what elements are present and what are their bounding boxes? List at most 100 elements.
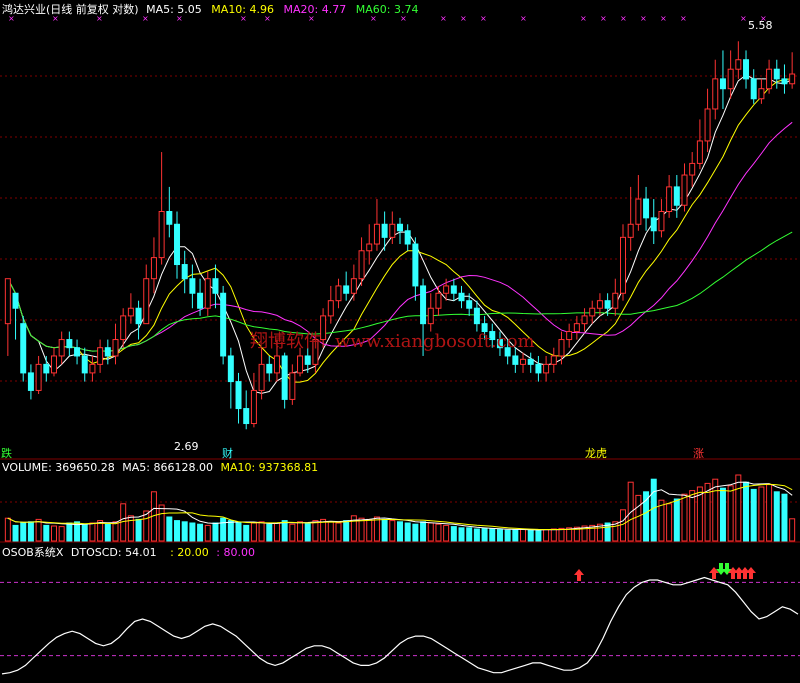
volume-bar xyxy=(43,524,50,542)
candle-body xyxy=(397,223,403,232)
candle-body xyxy=(619,236,626,294)
volume-bar xyxy=(166,516,173,542)
volume-bar xyxy=(727,485,734,542)
candle-body xyxy=(612,292,619,309)
candle-body xyxy=(166,211,173,225)
volume-ma5-label: MA5: 866128.00 xyxy=(122,461,213,474)
candle-body xyxy=(135,307,142,325)
volume-bar xyxy=(404,522,411,542)
candle-body xyxy=(35,363,42,391)
candle-body xyxy=(673,186,680,206)
volume-bar xyxy=(558,527,565,542)
volume-bar xyxy=(635,494,642,542)
volume-bar xyxy=(358,517,365,542)
volume-bar xyxy=(435,523,442,542)
marker-zhang: 涨 xyxy=(693,447,704,460)
volume-bar xyxy=(343,520,350,542)
candle-body xyxy=(473,307,480,325)
candle-body xyxy=(743,59,750,80)
ma20-label: MA20: 4.77 xyxy=(283,3,347,16)
candle-body xyxy=(596,300,603,309)
candle-body xyxy=(735,59,742,70)
volume-bar xyxy=(204,524,211,542)
candle-body xyxy=(243,408,250,425)
candle-body xyxy=(773,68,780,80)
volume-bar xyxy=(543,529,550,542)
candle-body xyxy=(158,211,165,259)
signal-marker: × xyxy=(620,14,627,23)
volume-bar xyxy=(181,521,188,542)
volume-bar xyxy=(712,478,719,542)
volume-bar xyxy=(4,517,11,542)
candle-body xyxy=(150,257,157,280)
candle-body xyxy=(712,78,719,110)
volume-bar xyxy=(220,517,227,542)
volume-bar xyxy=(243,524,250,542)
volume-bar xyxy=(327,521,334,542)
volume-bar xyxy=(758,486,765,542)
candle-body xyxy=(450,285,457,294)
signal-marker: × xyxy=(460,14,467,23)
volume-bar xyxy=(789,518,796,542)
candle-body xyxy=(104,347,111,357)
ma10-label: MA10: 4.96 xyxy=(211,3,275,16)
volume-bar xyxy=(35,518,42,542)
volume-bar xyxy=(373,516,380,542)
volume-bar xyxy=(450,526,457,542)
signal-marker: × xyxy=(600,14,607,23)
volume-bar xyxy=(174,520,181,542)
volume-bar xyxy=(227,520,234,542)
candle-body xyxy=(127,307,134,317)
candle-body xyxy=(566,331,573,341)
osc-level2-label: : 80.00 xyxy=(216,546,255,559)
volume-bar xyxy=(512,529,519,542)
signal-marker: × xyxy=(640,14,647,23)
candle-body xyxy=(512,355,519,365)
candle-body xyxy=(589,307,596,317)
signal-marker: × xyxy=(660,14,667,23)
volume-bar xyxy=(750,488,757,542)
candle-body xyxy=(581,315,588,325)
volume-bar xyxy=(81,523,88,542)
volume-bar xyxy=(743,481,750,542)
candle-body xyxy=(573,323,580,333)
volume-bar xyxy=(12,524,19,542)
volume-bar xyxy=(619,509,626,542)
candle-body xyxy=(335,285,342,302)
volume-bar xyxy=(197,523,204,542)
volume-bar xyxy=(273,522,280,542)
watermark-cn: 翔博软件 xyxy=(250,331,322,352)
volume-bar xyxy=(397,521,403,542)
candle-body xyxy=(789,73,796,85)
volume-bar xyxy=(496,529,503,542)
candle-body xyxy=(635,198,642,225)
candle-body xyxy=(112,339,119,357)
volume-bar xyxy=(27,521,34,542)
candle-body xyxy=(758,88,765,100)
osc-level1-label: : 20.00 xyxy=(170,546,209,559)
price-high-label: 5.58 xyxy=(748,19,773,32)
volume-bar xyxy=(427,522,434,542)
signal-marker: × xyxy=(480,14,487,23)
candle-body xyxy=(227,355,234,383)
candle-body xyxy=(304,355,311,365)
candle-body xyxy=(427,307,434,325)
volume-bar xyxy=(135,518,142,542)
volume-bar xyxy=(719,487,726,542)
volume-bar xyxy=(650,478,657,542)
signal-marker: × xyxy=(680,14,687,23)
candle-body xyxy=(350,278,357,294)
candle-body xyxy=(704,108,711,142)
signal-marker: × xyxy=(580,14,587,23)
volume-bar xyxy=(304,522,311,542)
candle-body xyxy=(458,292,465,302)
candle-body xyxy=(89,363,96,374)
candle-body xyxy=(558,339,565,357)
candle-body xyxy=(681,174,688,206)
volume-bar xyxy=(766,484,773,542)
candle-body xyxy=(50,355,57,374)
candle-body xyxy=(650,217,657,232)
candle-body xyxy=(535,363,542,374)
candle-body xyxy=(527,358,534,365)
price-header: 鸿达兴业(日线 前复权 对数) MA5: 5.05 MA10: 4.96 MA2… xyxy=(2,1,418,17)
